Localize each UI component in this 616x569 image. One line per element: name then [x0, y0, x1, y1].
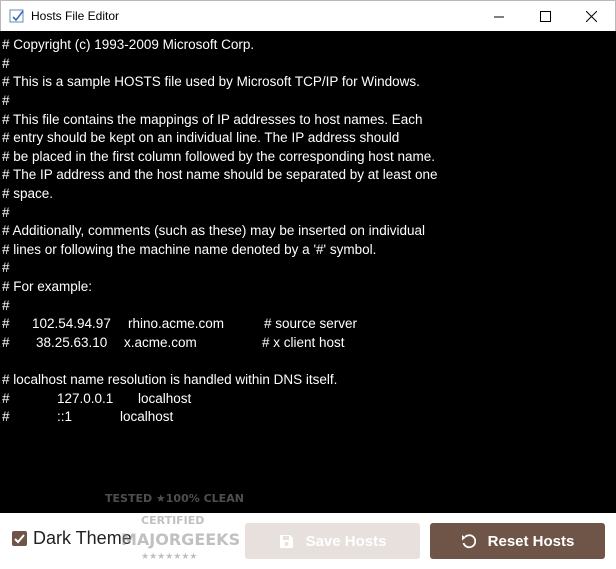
- host-name: rhino.acme.com: [128, 316, 225, 331]
- majorgeeks-watermark: TESTED ★100% CLEAN CERTIFIED MAJORGEEKS …: [103, 492, 244, 569]
- hosts-line: #: [2, 56, 10, 71]
- close-icon: [585, 10, 597, 22]
- app-icon: [9, 8, 25, 24]
- hosts-line: #: [2, 93, 10, 108]
- hosts-line: # The IP address and the host name shoul…: [2, 167, 438, 182]
- hosts-line: # localhost name resolution is handled w…: [2, 372, 338, 387]
- ip-address: 38.25.63.10: [36, 335, 108, 350]
- hosts-line: # be placed in the first column followed…: [2, 149, 436, 164]
- hash-mark: #: [2, 391, 10, 406]
- minimize-icon: [493, 16, 504, 17]
- watermark-text: TESTED ★100% CLEAN: [105, 492, 244, 505]
- hosts-line: # entry should be kept on an individual …: [2, 130, 400, 145]
- hosts-line: # space.: [2, 186, 54, 201]
- host-comment: # source server: [264, 316, 358, 331]
- floppy-disk-icon: [279, 534, 294, 549]
- host-name: localhost: [138, 391, 192, 406]
- watermark-text: CERTIFIED: [141, 514, 205, 527]
- maximize-icon: [539, 10, 551, 22]
- host-comment: # x client host: [262, 335, 345, 350]
- hosts-text-editor[interactable]: # Copyright (c) 1993-2009 Microsoft Corp…: [0, 31, 616, 513]
- dark-theme-checkbox[interactable]: [12, 531, 27, 546]
- hosts-line: # lines or following the machine name de…: [2, 242, 377, 257]
- window-title: Hosts File Editor: [31, 9, 120, 23]
- hosts-line: #: [2, 260, 10, 275]
- hash-mark: #: [2, 335, 10, 350]
- host-name: x.acme.com: [124, 335, 197, 350]
- action-bar: Dark Theme Save Hosts Reset Hosts: [0, 513, 616, 569]
- hosts-line: # For example:: [2, 279, 93, 294]
- save-hosts-label: Save Hosts: [305, 532, 387, 550]
- ip-address: 127.0.0.1: [57, 391, 114, 406]
- host-name: localhost: [120, 409, 174, 424]
- close-button[interactable]: [568, 1, 614, 31]
- watermark-text: ★★★★★★★: [141, 552, 198, 562]
- checkmark-icon: [14, 534, 25, 544]
- hosts-line: #: [2, 298, 10, 313]
- hash-mark: #: [2, 409, 10, 424]
- hosts-line: # This is a sample HOSTS file used by Mi…: [2, 74, 420, 89]
- title-bar: Hosts File Editor: [0, 0, 616, 31]
- minimize-button[interactable]: [476, 1, 522, 31]
- hosts-line: # Additionally, comments (such as these)…: [2, 223, 425, 238]
- reset-arrow-icon: [461, 533, 476, 549]
- ip-address: 102.54.94.97: [32, 316, 111, 331]
- hosts-line: # This file contains the mappings of IP …: [2, 112, 423, 127]
- watermark-text: MAJORGEEKS: [121, 530, 241, 549]
- maximize-button[interactable]: [522, 1, 568, 31]
- save-hosts-button[interactable]: Save Hosts: [245, 523, 420, 559]
- hosts-line: # Copyright (c) 1993-2009 Microsoft Corp…: [2, 37, 255, 52]
- reset-hosts-button[interactable]: Reset Hosts: [430, 523, 605, 559]
- hosts-localhost-row: # ::1 localhost: [2, 408, 602, 498]
- hash-mark: #: [2, 316, 10, 331]
- ip-address: ::1: [57, 409, 73, 424]
- hosts-line: #: [2, 205, 10, 220]
- reset-hosts-label: Reset Hosts: [487, 532, 575, 550]
